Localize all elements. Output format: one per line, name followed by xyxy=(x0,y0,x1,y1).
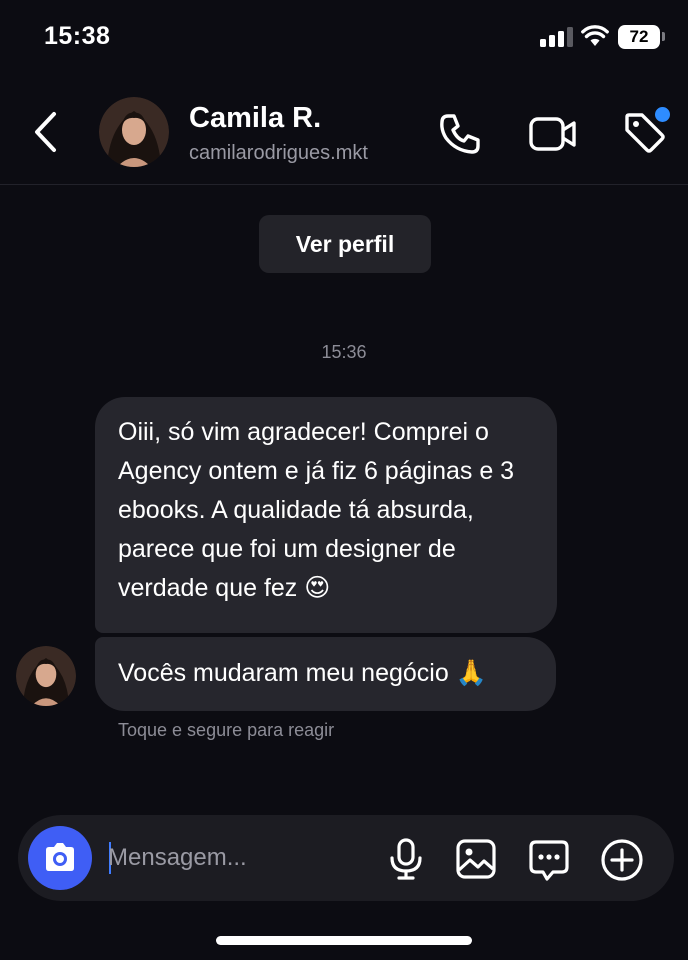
reaction-hint: Toque e segure para reagir xyxy=(118,720,335,740)
quick-reply-button[interactable] xyxy=(526,837,572,883)
contact-handle[interactable]: camilarodrigues.mkt xyxy=(189,142,368,165)
chat-header: Camila R. camilarodrigues.mkt xyxy=(0,76,688,185)
voice-message-button[interactable] xyxy=(386,837,426,881)
phone-icon xyxy=(440,114,480,154)
contact-avatar[interactable] xyxy=(99,97,169,167)
message-bubble[interactable]: Vocês mudaram meu negócio 🙏 xyxy=(95,637,556,711)
more-options-button[interactable] xyxy=(598,836,646,884)
message-composer xyxy=(18,815,674,901)
battery-indicator: 72 xyxy=(618,25,660,49)
message-input[interactable] xyxy=(108,837,378,879)
sender-avatar[interactable] xyxy=(16,646,76,706)
message-timestamp: 15:36 xyxy=(321,342,367,362)
microphone-icon xyxy=(390,838,422,880)
status-bar: 15:38 72 xyxy=(0,0,688,76)
call-button[interactable] xyxy=(436,110,484,158)
notification-dot xyxy=(655,107,670,122)
cellular-signal-icon xyxy=(540,27,574,47)
camera-icon xyxy=(46,843,74,871)
chevron-left-icon xyxy=(35,112,56,152)
video-camera-icon xyxy=(529,117,576,151)
video-call-button[interactable] xyxy=(527,110,579,158)
wifi-icon xyxy=(581,24,609,48)
camera-button[interactable] xyxy=(28,826,92,890)
status-time: 15:38 xyxy=(44,22,111,50)
message-bubble[interactable]: Oiii, só vim agradecer! Comprei o Agency… xyxy=(95,397,557,633)
contact-name[interactable]: Camila R. xyxy=(189,102,321,135)
back-button[interactable] xyxy=(26,108,66,156)
image-icon xyxy=(456,839,496,879)
chat-bubble-icon xyxy=(529,840,569,881)
view-profile-button[interactable]: Ver perfil xyxy=(259,215,431,273)
gallery-button[interactable] xyxy=(454,837,498,881)
home-indicator[interactable] xyxy=(216,936,472,945)
plus-circle-icon xyxy=(601,839,643,881)
battery-cap xyxy=(662,32,665,41)
